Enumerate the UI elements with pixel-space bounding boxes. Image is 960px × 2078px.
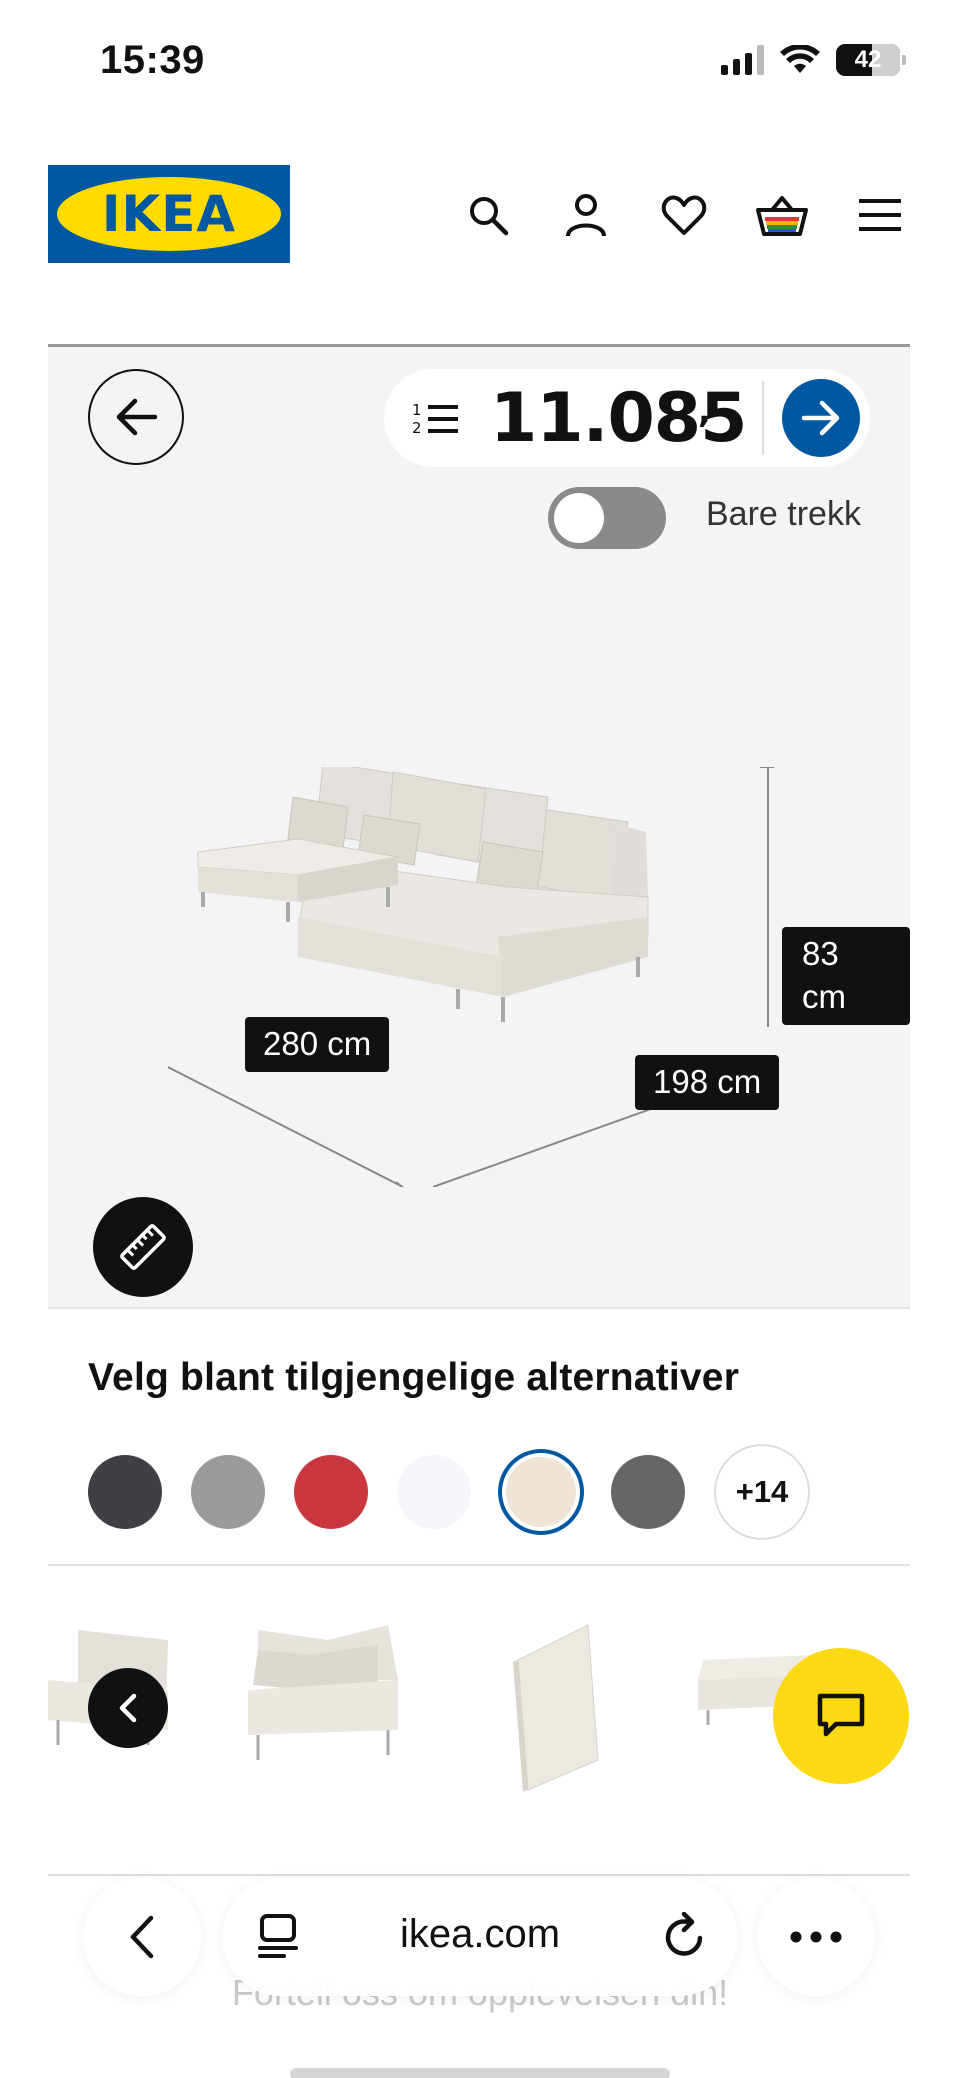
module-thumb-armchair[interactable] <box>238 1620 408 1770</box>
toggle-knob <box>554 493 604 543</box>
module-thumb-cushion[interactable] <box>498 1620 608 1800</box>
more-dots-icon <box>790 1931 842 1943</box>
arrow-left-icon <box>116 398 158 436</box>
ikea-logo-text: IKEA <box>57 177 281 251</box>
sofa-product-image[interactable] <box>168 767 808 1187</box>
go-to-summary-button[interactable] <box>782 379 860 457</box>
product-viewer: 1 2 11.085 ,- Bare trekk 280 cm 198 cm 8… <box>48 344 910 1309</box>
site-header: IKEA <box>48 165 910 265</box>
swatch-dark-grey[interactable] <box>88 1455 162 1529</box>
browser-back-button[interactable] <box>83 1878 201 1996</box>
reload-icon[interactable] <box>662 1912 708 1960</box>
pill-divider <box>762 381 764 455</box>
search-icon[interactable] <box>458 185 518 245</box>
swatch-beige-selected[interactable] <box>506 1457 576 1527</box>
url-text: ikea.com <box>399 1912 561 1956</box>
height-dimension-label: 83 cm <box>782 927 910 1025</box>
status-time: 15:39 <box>100 38 205 82</box>
height-value: 83 <box>802 935 839 972</box>
chat-icon <box>817 1693 865 1737</box>
price-suffix: ,- <box>698 391 726 431</box>
account-icon[interactable] <box>556 185 616 245</box>
more-colors-button[interactable]: +14 <box>714 1444 810 1540</box>
width-dimension-label: 280 cm <box>245 1017 390 1072</box>
basket-icon[interactable] <box>752 185 812 245</box>
chevron-left-icon <box>130 1915 154 1959</box>
section-divider-bottom <box>48 1874 910 1876</box>
ruler-icon <box>120 1224 166 1270</box>
svg-text:2: 2 <box>412 419 422 437</box>
price-pill: 1 2 11.085 ,- <box>384 369 870 467</box>
color-swatches: +14 <box>88 1444 810 1540</box>
swatch-grey[interactable] <box>191 1455 265 1529</box>
address-bar[interactable]: ikea.com <box>222 1878 738 1996</box>
menu-icon[interactable] <box>850 185 910 245</box>
carousel-prev-button[interactable] <box>88 1668 168 1748</box>
height-unit: cm <box>802 977 846 1015</box>
heart-icon[interactable] <box>654 185 714 245</box>
swatch-white[interactable] <box>397 1455 471 1529</box>
signal-icon <box>721 45 764 75</box>
browser-more-button[interactable] <box>757 1878 875 1996</box>
header-icons <box>458 185 910 245</box>
battery-level: 42 <box>854 46 882 73</box>
section-divider <box>48 1564 910 1566</box>
numbered-list-icon: 1 2 <box>412 401 458 437</box>
battery-icon: 42 <box>836 44 906 76</box>
status-bar: 15:39 42 <box>0 0 960 120</box>
alternatives-title: Velg blant tilgjengelige alternativer <box>88 1356 740 1399</box>
swatch-red[interactable] <box>294 1455 368 1529</box>
wifi-icon <box>780 45 820 73</box>
swatch-medium-grey[interactable] <box>611 1455 685 1529</box>
covers-only-label: Bare trekk <box>706 495 861 533</box>
arrow-right-icon <box>801 400 840 436</box>
measure-button[interactable] <box>93 1197 193 1297</box>
svg-text:1: 1 <box>412 401 422 419</box>
chat-button[interactable] <box>773 1648 909 1784</box>
browser-toolbar: ikea.com <box>0 1878 960 1996</box>
back-button[interactable] <box>88 369 184 465</box>
home-indicator[interactable] <box>290 2068 670 2078</box>
ikea-logo[interactable]: IKEA <box>48 165 290 263</box>
status-icons: 42 <box>721 44 906 76</box>
chevron-left-icon <box>119 1693 137 1723</box>
depth-dimension-label: 198 cm <box>635 1055 780 1110</box>
covers-only-toggle[interactable] <box>548 487 666 549</box>
